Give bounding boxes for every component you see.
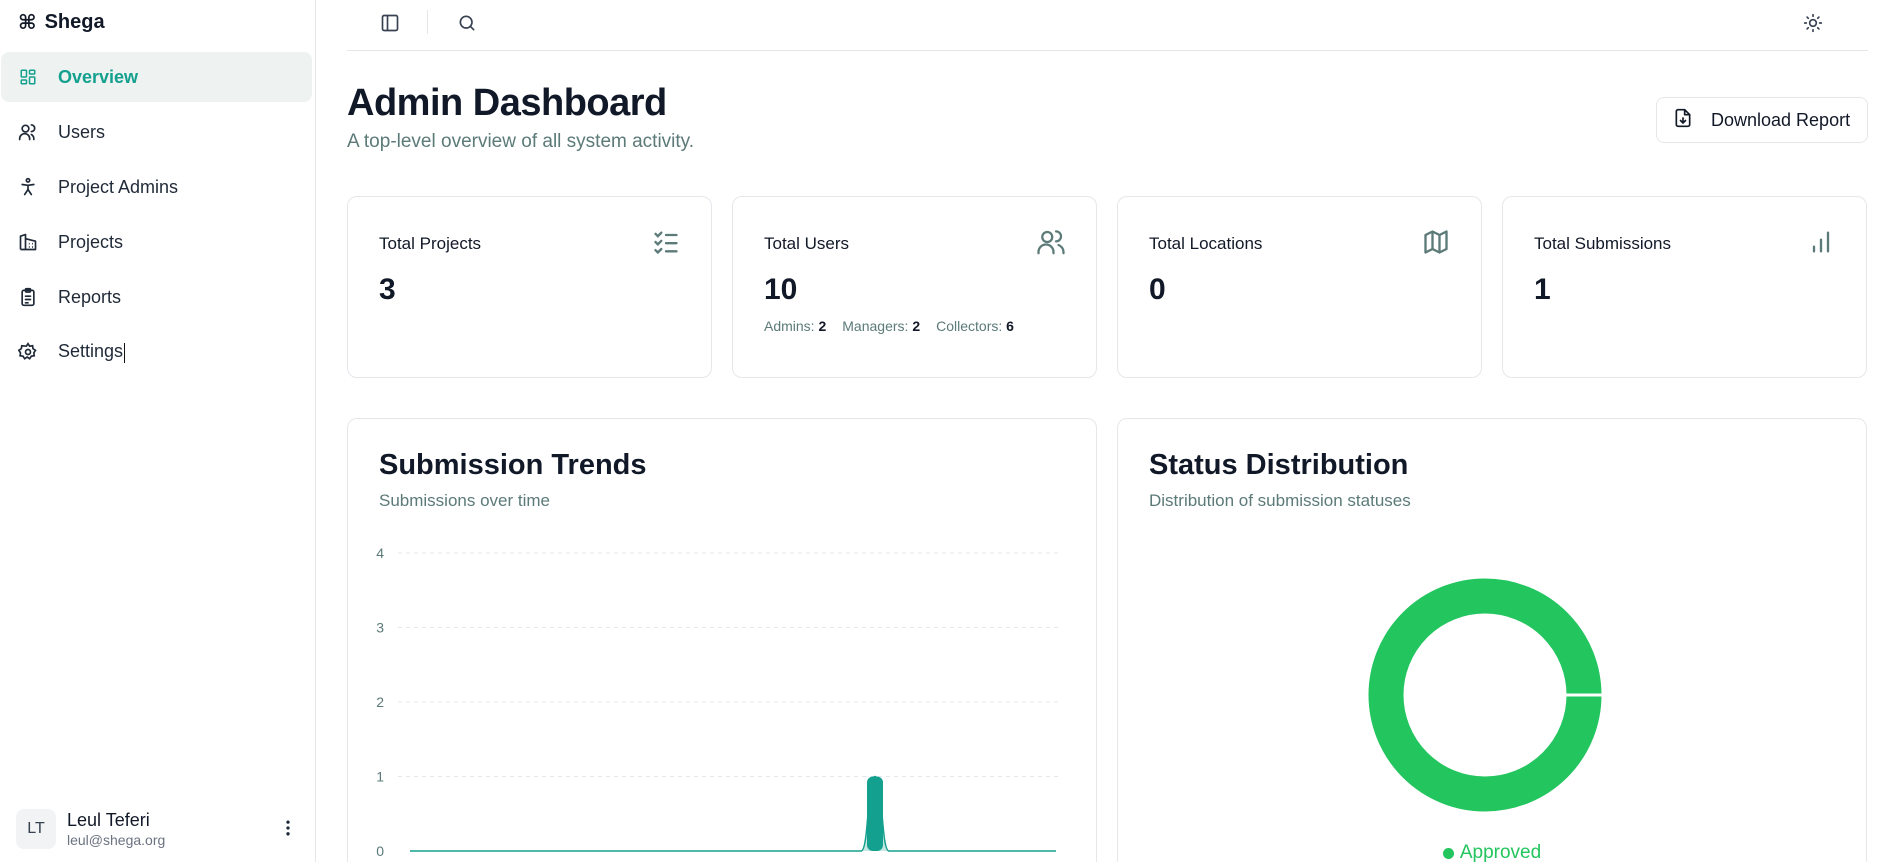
sidebar-item-label: Overview	[58, 66, 139, 87]
sidebar-item-label: Project Admins	[58, 176, 179, 197]
user-name: Leul Teferi	[67, 810, 150, 830]
y-tick-label: 0	[376, 843, 384, 859]
sidebar-item-projects[interactable]: Projects	[1, 217, 312, 267]
clipboard-list-icon	[17, 286, 39, 308]
search-icon[interactable]	[454, 10, 480, 36]
command-icon: ⌘	[18, 11, 37, 34]
sidebar-item-overview[interactable]: Overview	[1, 52, 312, 102]
list-checks-icon	[651, 227, 681, 257]
file-download-icon	[1673, 108, 1693, 133]
sidebar-item-label: Projects	[58, 231, 124, 252]
layout-dashboard-icon	[17, 66, 39, 88]
stat-card-total-projects: Total Projects 3	[347, 196, 712, 378]
sidebar-item-label: Users	[58, 121, 106, 142]
app-name: Shega	[44, 10, 105, 33]
map-icon	[1421, 227, 1451, 257]
sidebar-item-settings[interactable]: Settings	[1, 327, 312, 377]
series-line	[410, 775, 1056, 852]
stat-card-total-submissions: Total Submissions 1	[1502, 196, 1867, 378]
status-distribution-card: Status Distribution Distribution of subm…	[1117, 418, 1867, 862]
toolbar-divider	[427, 10, 428, 34]
users-icon	[17, 121, 39, 143]
stat-title: Total Locations	[1149, 234, 1263, 253]
breakdown-collectors: Collectors: 6	[936, 318, 1014, 334]
download-report-button[interactable]: Download Report	[1656, 97, 1868, 143]
more-vertical-icon[interactable]	[276, 816, 300, 840]
chart-legend: Approved	[1118, 842, 1866, 862]
sidebar-item-label: Reports	[58, 286, 122, 307]
user-profile[interactable]: LT Leul Teferi leul@shega.org	[16, 806, 300, 852]
stat-title: Total Submissions	[1534, 234, 1672, 253]
legend-dot-approved	[1442, 847, 1454, 859]
page-subtitle: A top-level overview of all system activ…	[347, 131, 695, 152]
pie-slice-approved[interactable]	[1368, 578, 1602, 812]
submission-trends-chart[interactable]: 01234Jul 23Jul 28Aug 2Aug 7Aug 12Aug 17	[348, 419, 1097, 862]
y-tick-label: 2	[376, 694, 384, 710]
stat-card-total-locations: Total Locations 0	[1117, 196, 1482, 378]
breakdown-managers: Managers: 2	[842, 318, 921, 334]
y-tick-label: 1	[376, 769, 384, 785]
building-icon	[17, 231, 39, 253]
sidebar-item-project-admins[interactable]: Project Admins	[1, 162, 312, 212]
breakdown-admins: Admins: 2	[764, 318, 827, 334]
page-title: Admin Dashboard	[347, 82, 667, 124]
sidebar-item-label: Settings	[58, 341, 126, 363]
sidebar: ⌘ Shega Overview Users Project Admins Pr…	[0, 0, 316, 862]
download-report-label: Download Report	[1711, 109, 1851, 130]
user-breakdown: Admins: 2 Managers: 2 Collectors: 6	[764, 318, 1014, 334]
stat-value: 3	[379, 273, 396, 306]
stat-value: 10	[764, 273, 798, 306]
legend-label-approved: Approved	[1459, 842, 1542, 862]
gear-icon	[17, 341, 39, 363]
stat-card-total-users: Total Users 10 Admins: 2 Managers: 2 Col…	[732, 196, 1097, 378]
stat-title: Total Projects	[379, 234, 482, 253]
top-bar	[347, 0, 1868, 51]
text-caret	[124, 342, 126, 363]
accessibility-icon	[17, 176, 39, 198]
y-tick-label: 3	[376, 620, 384, 636]
sidebar-nav: Overview Users Project Admins Projects R…	[0, 52, 313, 382]
bar-chart-icon	[1806, 227, 1836, 257]
avatar: LT	[16, 809, 56, 849]
stat-value: 0	[1149, 273, 1166, 306]
stat-value: 1	[1534, 273, 1551, 306]
brand[interactable]: ⌘ Shega	[18, 10, 105, 34]
data-spike	[867, 776, 883, 851]
sidebar-toggle-icon[interactable]	[377, 10, 403, 36]
user-email: leul@shega.org	[67, 832, 166, 848]
users-icon	[1036, 227, 1066, 257]
sidebar-item-reports[interactable]: Reports	[1, 272, 312, 322]
sun-icon[interactable]	[1800, 10, 1826, 36]
stat-title: Total Users	[764, 234, 850, 253]
sidebar-item-users[interactable]: Users	[1, 107, 312, 157]
status-distribution-chart[interactable]	[1118, 419, 1867, 862]
y-tick-label: 4	[376, 545, 384, 561]
submission-trends-card: Submission Trends Submissions over time …	[347, 418, 1097, 862]
series-area	[410, 776, 1056, 851]
